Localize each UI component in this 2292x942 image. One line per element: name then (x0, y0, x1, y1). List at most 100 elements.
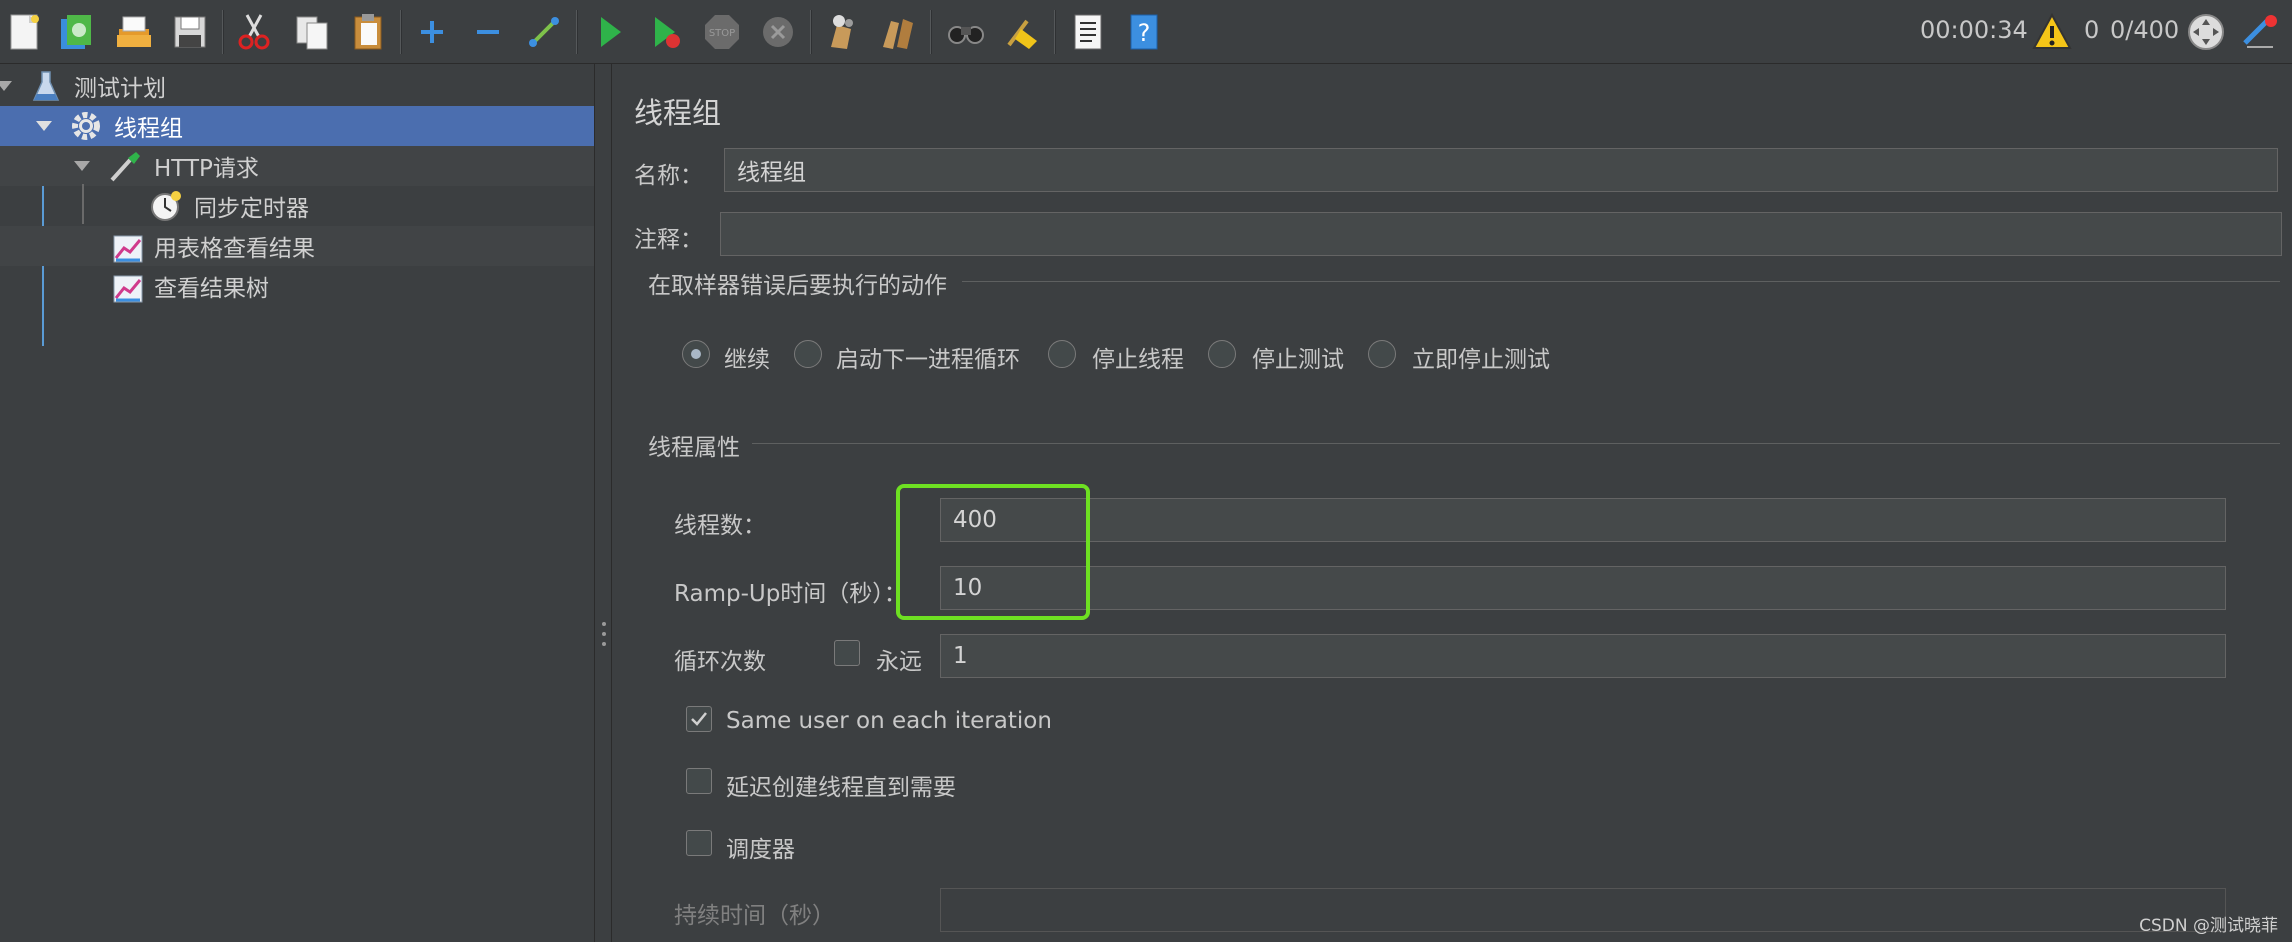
threads-status: 0/400 (2110, 16, 2180, 44)
gear-icon (72, 112, 100, 140)
tree-item-sync-timer[interactable]: 同步定时器 (0, 184, 594, 226)
radio-start-next-loop[interactable] (794, 340, 822, 368)
toggle-icon[interactable] (520, 8, 568, 56)
toolbar-separator (1054, 10, 1056, 54)
toolbar: STOP ? 00:00:34 0 0/400 (0, 0, 2292, 64)
tree-item-label: HTTP请求 (154, 156, 259, 182)
chart-icon (113, 235, 143, 263)
radio-continue-label: 继续 (724, 347, 770, 373)
scheduler-checkbox[interactable] (686, 830, 712, 856)
watermark: CSDN @测试晓菲 (2139, 916, 2278, 936)
delay-thread-creation-checkbox[interactable] (686, 768, 712, 794)
splitter-handle[interactable] (594, 64, 612, 942)
forever-label: 永远 (876, 649, 922, 675)
tree-item-label: 测试计划 (74, 76, 166, 102)
clear-all-icon[interactable] (874, 8, 922, 56)
tree-item-thread-group[interactable]: 线程组 (0, 106, 594, 146)
grip-dot (602, 622, 606, 626)
tree-item-results-tree[interactable]: 查看结果树 (0, 266, 594, 306)
start-no-pause-icon[interactable] (642, 8, 690, 56)
save-icon[interactable] (166, 8, 214, 56)
test-plan-tree: 测试计划 线程组 HTTP请求 同步定时器 用表格查看结果 查看结果树 (0, 66, 594, 942)
scheduler-label: 调度器 (726, 837, 795, 863)
threads-field[interactable]: 400 (940, 498, 2226, 542)
radio-start-next-loop-label: 启动下一进程循环 (836, 347, 1020, 373)
start-icon[interactable] (586, 8, 634, 56)
remote-control-icon[interactable] (2182, 8, 2230, 56)
timer-icon (151, 191, 181, 221)
loop-count-field[interactable]: 1 (940, 634, 2226, 678)
forever-checkbox[interactable] (834, 640, 860, 666)
radio-stop-test[interactable] (1208, 340, 1236, 368)
tree-item-label: 同步定时器 (194, 196, 309, 222)
warning-count: 0 (2084, 16, 2100, 44)
same-user-checkbox[interactable] (686, 706, 712, 732)
thread-properties-group-title: 线程属性 (648, 435, 740, 461)
pipette-icon (110, 152, 140, 182)
comment-field[interactable] (720, 212, 2282, 256)
chart-icon (113, 275, 143, 303)
templates-icon[interactable] (52, 8, 100, 56)
search-icon[interactable] (942, 8, 990, 56)
toolbar-separator (810, 10, 812, 54)
collapse-arrow-icon[interactable] (0, 81, 12, 91)
radio-stop-thread[interactable] (1048, 340, 1076, 368)
threads-label: 线程数： (674, 513, 766, 539)
log-viewer-icon[interactable] (2236, 8, 2284, 56)
svg-text:?: ? (1138, 19, 1151, 47)
toolbar-separator (222, 10, 224, 54)
tree-item-test-plan[interactable]: 测试计划 (0, 66, 594, 106)
tree-item-http-request[interactable]: HTTP请求 (0, 146, 594, 186)
radio-stop-test-now-label: 立即停止测试 (1412, 347, 1550, 373)
same-user-label: Same user on each iteration (726, 708, 1052, 734)
group-divider (962, 281, 2280, 282)
duration-field[interactable] (940, 888, 2226, 932)
rampup-field[interactable]: 10 (940, 566, 2226, 610)
collapse-arrow-icon[interactable] (36, 121, 52, 131)
radio-stop-test-now[interactable] (1368, 340, 1396, 368)
open-icon[interactable] (110, 8, 158, 56)
name-field[interactable]: 线程组 (724, 148, 2278, 192)
duration-label: 持续时间（秒） (674, 903, 835, 929)
shutdown-icon[interactable] (754, 8, 802, 56)
comment-label: 注释： (634, 227, 703, 253)
rampup-label: Ramp-Up时间（秒）： (674, 581, 907, 607)
test-plan-icon (32, 71, 60, 101)
toolbar-separator (576, 10, 578, 54)
warning-icon[interactable] (2028, 8, 2076, 56)
grip-dot (602, 632, 606, 636)
name-label: 名称： (634, 163, 703, 189)
check-icon (691, 712, 707, 726)
toolbar-separator (400, 10, 402, 54)
loop-count-label: 循环次数 (674, 649, 766, 675)
highlight-box (896, 484, 1090, 620)
toolbar-separator (930, 10, 932, 54)
collapse-arrow-icon[interactable] (74, 161, 90, 171)
radio-dot (691, 349, 701, 359)
radio-stop-thread-label: 停止线程 (1092, 347, 1184, 373)
radio-continue[interactable] (682, 340, 710, 368)
thread-group-panel: 线程组 名称： 线程组 注释： 在取样器错误后要执行的动作 继续 启动下一进程循… (612, 64, 2292, 942)
group-divider (752, 443, 2280, 444)
tree-item-table-results[interactable]: 用表格查看结果 (0, 226, 594, 266)
elapsed-time: 00:00:34 (1920, 16, 2028, 44)
copy-icon[interactable] (288, 8, 336, 56)
function-helper-icon[interactable] (1064, 8, 1112, 56)
delay-thread-creation-label: 延迟创建线程直到需要 (726, 775, 956, 801)
reset-search-icon[interactable] (998, 8, 1046, 56)
tree-item-label: 线程组 (114, 116, 183, 142)
paste-icon[interactable] (344, 8, 392, 56)
error-action-group-title: 在取样器错误后要执行的动作 (648, 273, 947, 299)
tree-guide-line (82, 184, 84, 224)
grip-dot (602, 642, 606, 646)
stop-icon[interactable]: STOP (698, 8, 746, 56)
help-icon[interactable]: ? (1120, 8, 1168, 56)
cut-icon[interactable] (230, 8, 278, 56)
collapse-icon[interactable] (464, 8, 512, 56)
new-icon[interactable] (0, 8, 48, 56)
clear-icon[interactable] (818, 8, 866, 56)
tree-item-label: 查看结果树 (154, 276, 269, 302)
expand-icon[interactable] (408, 8, 456, 56)
radio-stop-test-label: 停止测试 (1252, 347, 1344, 373)
tree-item-label: 用表格查看结果 (154, 236, 315, 262)
